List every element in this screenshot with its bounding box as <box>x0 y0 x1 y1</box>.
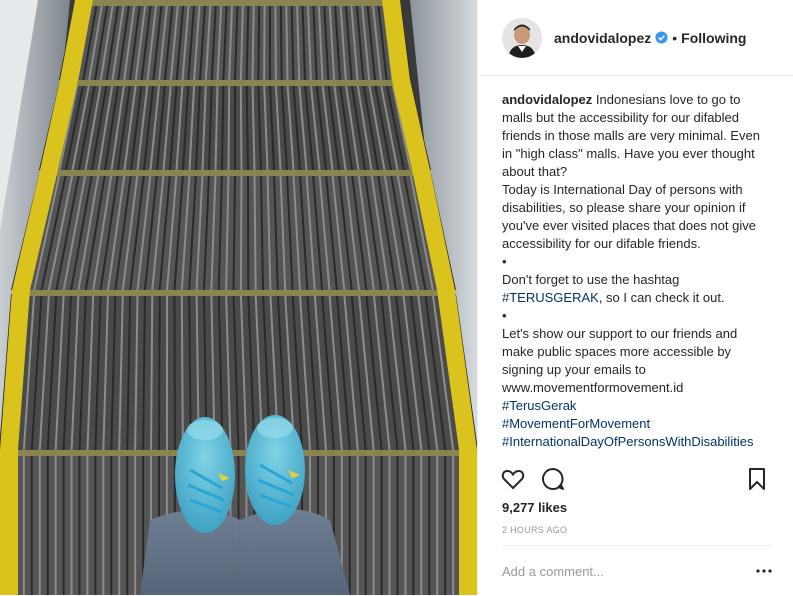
caption-text-3: Don't forget to use the hashtag <box>502 272 679 287</box>
hashtag-terusgerak[interactable]: #TerusGerak <box>502 398 576 413</box>
following-button[interactable]: Following <box>681 30 746 46</box>
hashtag-movementformovement[interactable]: #MovementForMovement <box>502 416 650 431</box>
hashtag-internationaldayofpersonswithdisabilities[interactable]: #InternationalDayOfPersonsWithDisabiliti… <box>502 434 753 449</box>
instagram-post: andovidalopez • Following andovidalopez … <box>0 0 793 595</box>
verified-badge-icon <box>655 31 668 44</box>
header-separator: • <box>672 30 677 46</box>
likes-count[interactable]: 9,277 likes <box>502 500 567 515</box>
left-shoe <box>175 417 235 533</box>
post-timestamp[interactable]: 2 HOURS AGO <box>502 525 567 535</box>
post-caption: andovidalopez Indonesians love to go to … <box>502 91 772 451</box>
profile-picture-icon <box>502 18 542 58</box>
bookmark-icon[interactable] <box>744 466 770 492</box>
caption-text-2: Today is International Day of persons wi… <box>502 182 756 251</box>
avatar[interactable] <box>502 18 542 58</box>
post-sidebar: andovidalopez • Following andovidalopez … <box>477 0 793 595</box>
comment-input[interactable] <box>502 564 742 579</box>
post-header: andovidalopez • Following <box>478 0 793 76</box>
comment-icon[interactable] <box>540 466 566 492</box>
header-username[interactable]: andovidalopez <box>554 30 651 46</box>
caption-username[interactable]: andovidalopez <box>502 92 592 107</box>
hashtag-terusgerak-caps[interactable]: #TERUSGERAK <box>502 290 599 305</box>
caption-text-4: , so I can check it out. <box>599 290 725 305</box>
caption-text-5: Let's show our support to our friends an… <box>502 326 737 395</box>
post-photo[interactable] <box>0 0 477 595</box>
action-bar <box>478 460 793 500</box>
heart-icon[interactable] <box>500 466 526 492</box>
caption-bullet-1: • <box>502 254 507 269</box>
comment-bar <box>502 545 772 596</box>
escalator-photo <box>0 0 477 595</box>
header-user-line: andovidalopez • Following <box>554 30 746 46</box>
caption-bullet-2: • <box>502 308 507 323</box>
ellipsis-icon[interactable] <box>756 565 772 577</box>
